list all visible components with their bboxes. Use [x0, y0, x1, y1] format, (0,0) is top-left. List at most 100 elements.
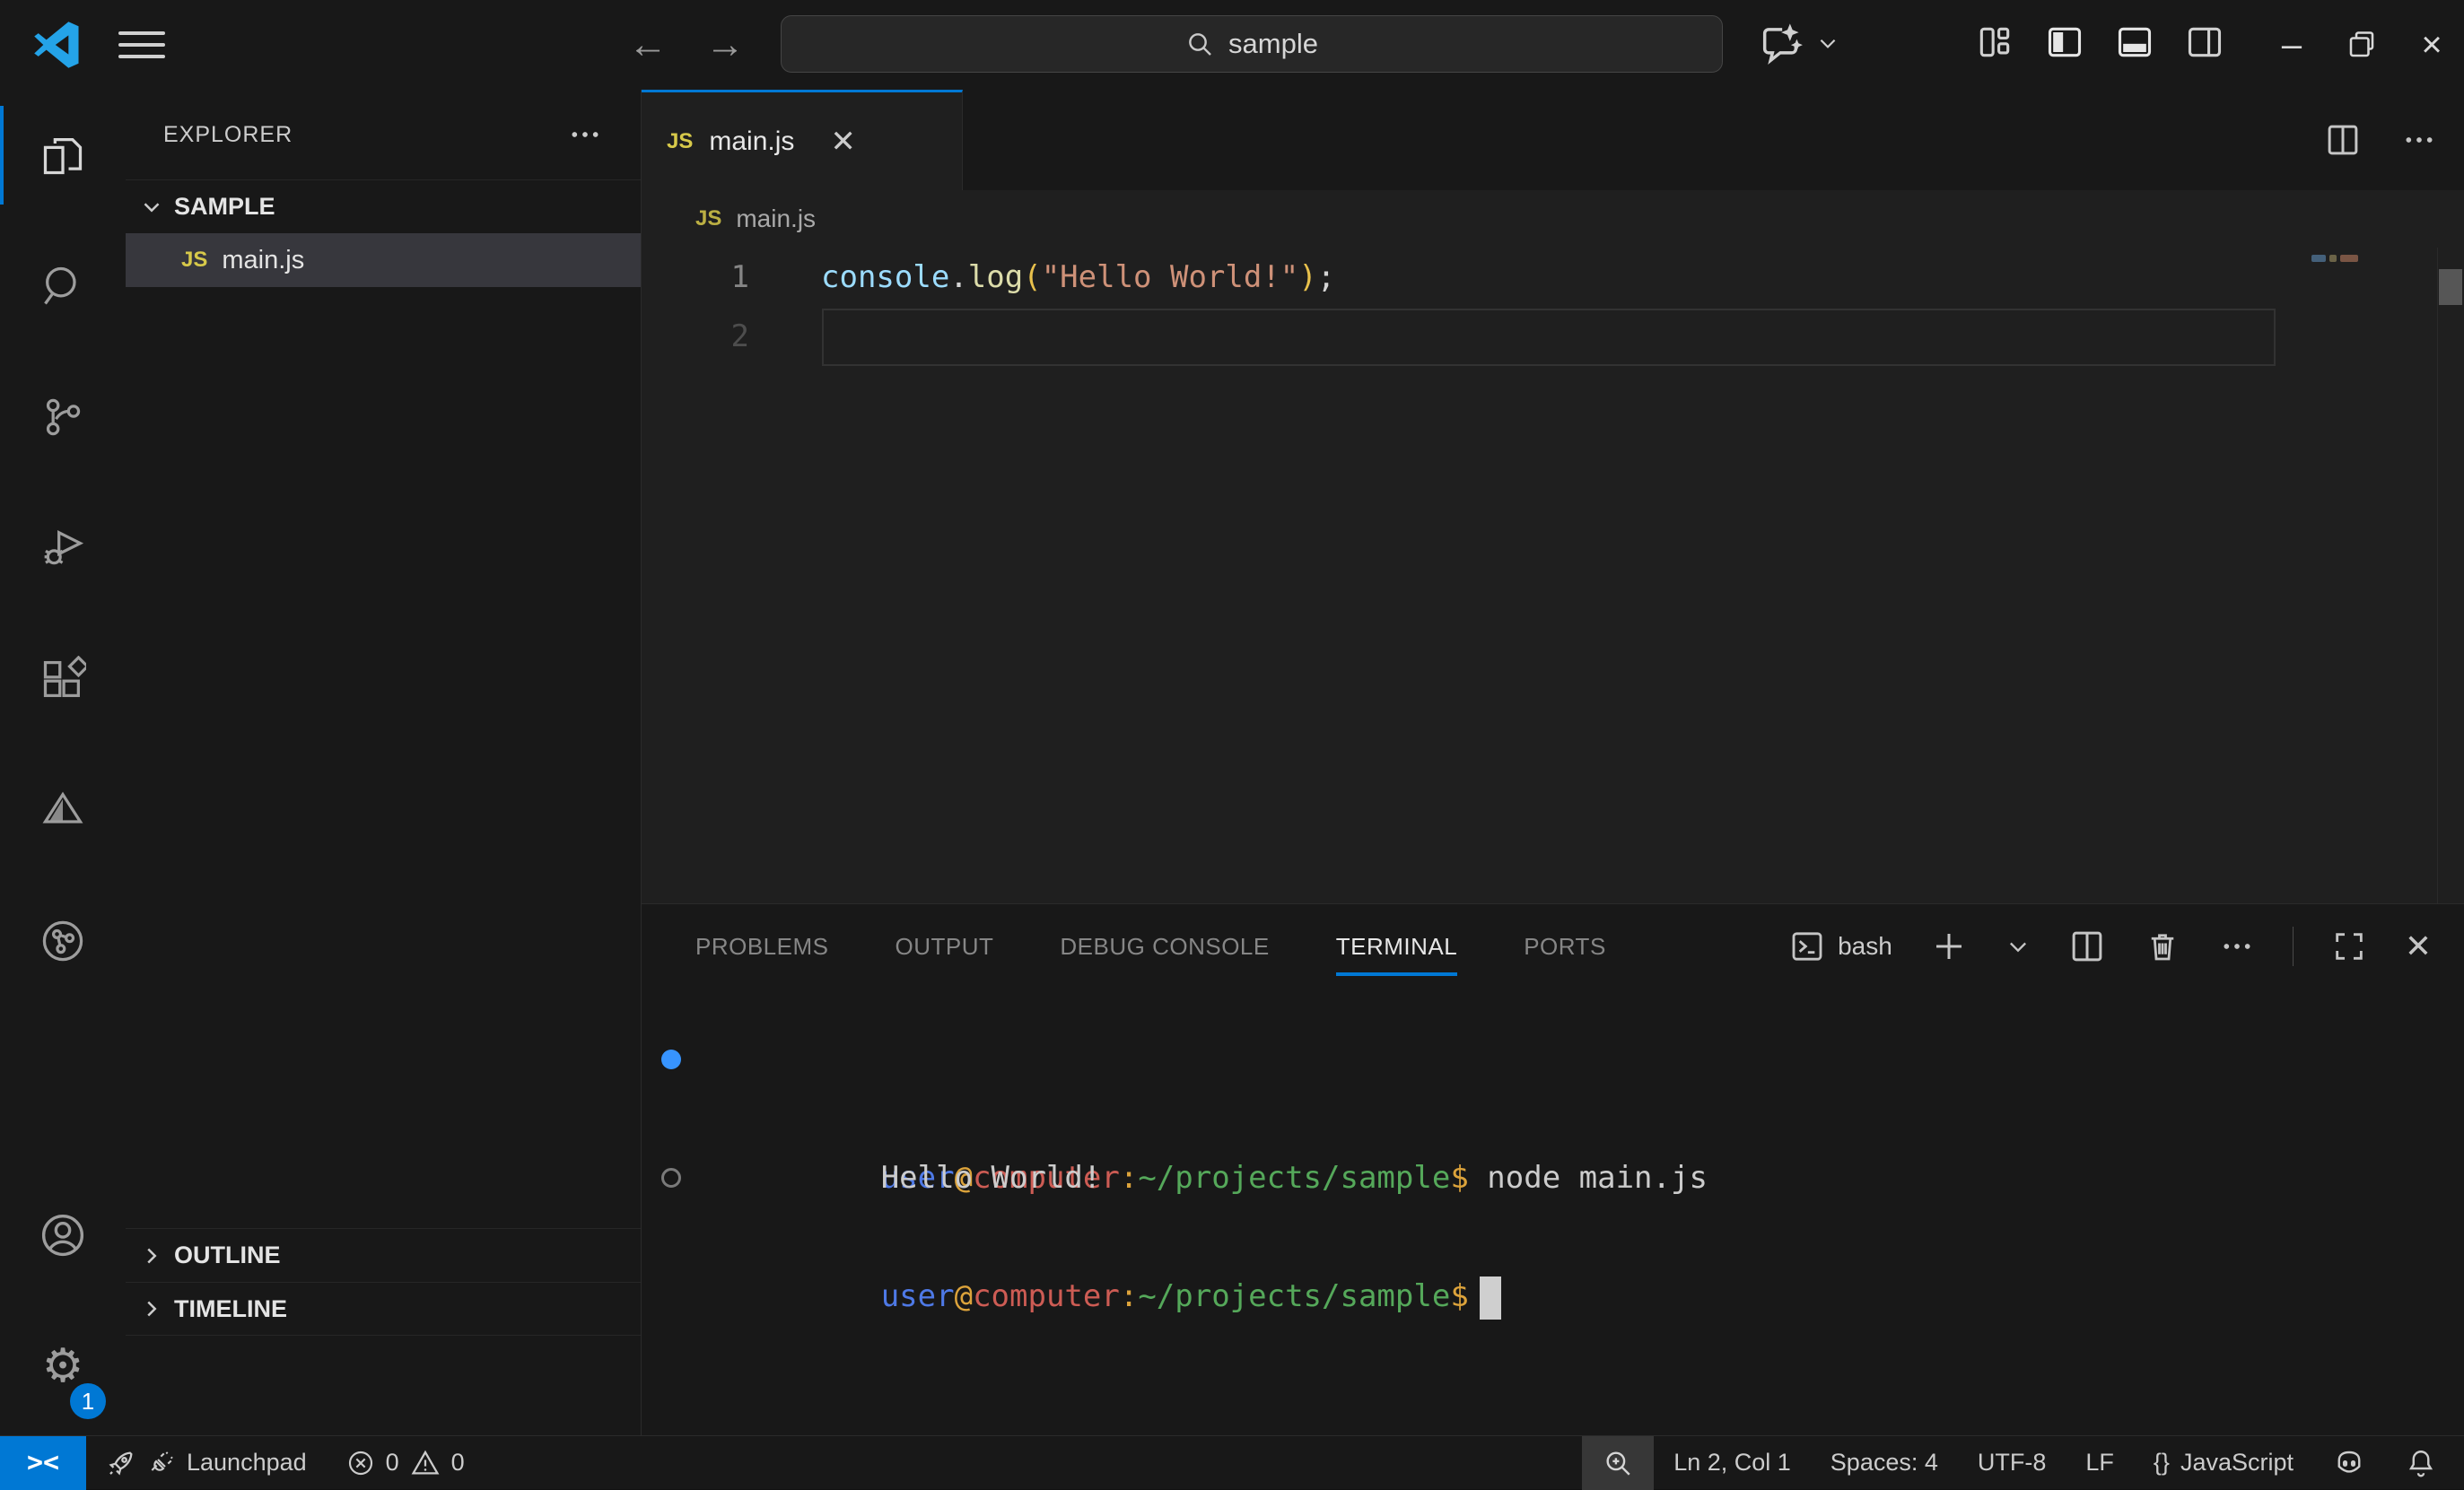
split-terminal-icon[interactable] [2068, 928, 2106, 965]
search-icon [1185, 30, 1214, 58]
settings-button[interactable]: ⚙ 1 [0, 1301, 126, 1432]
history-nav: ← → [628, 22, 745, 68]
activity-bar-bottom: ⚙ 1 [0, 1170, 126, 1432]
tab-label: main.js [709, 126, 794, 157]
shell-selector[interactable]: bash [1789, 928, 1892, 964]
eol-sequence[interactable]: LF [2066, 1436, 2134, 1490]
command-center-search[interactable]: sample [781, 15, 1723, 73]
restore-button[interactable] [2327, 0, 2397, 90]
activity-bar: ⚙ 1 [0, 90, 126, 1435]
js-file-icon: JS [695, 206, 721, 231]
maximize-panel-icon[interactable] [2331, 928, 2367, 964]
toggle-primary-sidebar-icon[interactable] [2044, 22, 2085, 63]
editor-scrollbar[interactable] [2437, 248, 2464, 903]
files-icon [39, 132, 86, 179]
tab-ports[interactable]: PORTS [1524, 904, 1606, 989]
kill-terminal-icon[interactable] [2144, 928, 2181, 965]
close-tab-icon[interactable]: ✕ [830, 124, 856, 160]
copilot-status-button[interactable] [2313, 1436, 2385, 1490]
terminal-line-3: user@computer:~/projects/sample$ [642, 1148, 2464, 1207]
folder-name: SAMPLE [174, 193, 275, 221]
split-editor-icon[interactable] [2324, 121, 2362, 159]
terminal-text: user@computer:~/projects/sample$ [881, 1278, 1469, 1314]
timeline-section[interactable]: TIMELINE [126, 1282, 641, 1336]
accounts-button[interactable] [0, 1170, 126, 1301]
minimize-button[interactable]: – [2257, 0, 2327, 90]
go-back-icon[interactable]: ← [628, 22, 668, 68]
warning-icon [410, 1448, 441, 1478]
zoom-indicator[interactable] [1582, 1436, 1654, 1490]
terminal-line-2: Hello World! [642, 1089, 2464, 1148]
go-forward-icon[interactable]: → [705, 22, 745, 68]
activity-search-button[interactable] [0, 221, 126, 352]
code-text [749, 307, 821, 366]
settings-badge: 1 [70, 1383, 106, 1419]
more-actions-icon[interactable] [567, 117, 603, 152]
breadcrumb-item[interactable]: main.js [736, 205, 816, 233]
braces-icon: {} [2154, 1449, 2170, 1477]
launch-profile-chevron-icon[interactable] [2005, 934, 2031, 959]
tab-output[interactable]: OUTPUT [896, 904, 994, 989]
problems-summary[interactable]: 0 0 [327, 1436, 485, 1490]
code-editor[interactable]: 1 console.log("Hello World!"); 2 [642, 248, 2464, 903]
search-icon [39, 263, 86, 309]
tab-debug-console[interactable]: DEBUG CONSOLE [1060, 904, 1269, 989]
title-bar: ← → sample [0, 0, 2464, 90]
indent-label: Spaces: 4 [1831, 1449, 1938, 1477]
js-file-icon: JS [667, 129, 693, 154]
source-control-icon [39, 394, 86, 440]
shell-label: bash [1838, 932, 1892, 961]
bottom-panel: PROBLEMS OUTPUT DEBUG CONSOLE TERMINAL P… [642, 903, 2464, 1435]
code-text: console.log("Hello World!"); [749, 248, 1335, 307]
launchpad-button[interactable]: Launchpad [86, 1436, 327, 1490]
more-actions-icon[interactable] [2219, 928, 2255, 964]
new-terminal-icon[interactable] [1930, 928, 1968, 965]
activity-source-control-button[interactable] [0, 352, 126, 483]
copilot-menu-button[interactable] [1757, 20, 1839, 66]
code-line-1: 1 console.log("Hello World!"); [642, 248, 2464, 307]
line-number: 2 [642, 307, 749, 366]
activity-git-graph-extension-button[interactable] [0, 876, 126, 1006]
toggle-secondary-sidebar-icon[interactable] [2184, 22, 2225, 63]
tab-mainjs[interactable]: JS main.js ✕ [642, 90, 963, 190]
command-pending-decoration-icon[interactable] [661, 1168, 681, 1188]
copilot-icon [2333, 1447, 2365, 1479]
folder-section-sample[interactable]: SAMPLE [126, 179, 641, 233]
launchpad-label: Launchpad [187, 1449, 307, 1477]
close-window-button[interactable]: × [2397, 0, 2464, 90]
search-value: sample [1228, 28, 1318, 60]
eol-label: LF [2085, 1449, 2114, 1477]
activity-run-debug-button[interactable] [0, 483, 126, 614]
activity-pyramid-extension-button[interactable] [0, 745, 126, 876]
line-number: 1 [642, 248, 749, 307]
customize-layout-icon[interactable] [1974, 22, 2015, 63]
activity-extensions-button[interactable] [0, 614, 126, 745]
file-row-mainjs[interactable]: JS main.js [126, 233, 641, 287]
more-actions-icon[interactable] [2401, 122, 2437, 158]
timeline-label: TIMELINE [174, 1295, 287, 1323]
close-panel-icon[interactable]: ✕ [2405, 928, 2432, 965]
outline-label: OUTLINE [174, 1242, 281, 1269]
tab-problems[interactable]: PROBLEMS [695, 904, 829, 989]
notifications-button[interactable] [2385, 1436, 2464, 1490]
explorer-sidebar: EXPLORER SAMPLE JS main.js OUTLINE [126, 90, 642, 1435]
cursor-position[interactable]: Ln 2, Col 1 [1654, 1436, 1811, 1490]
terminal[interactable]: user@computer:~/projects/sample$ node ma… [642, 1030, 2464, 1435]
tab-terminal[interactable]: TERMINAL [1336, 904, 1457, 989]
outline-section[interactable]: OUTLINE [126, 1228, 641, 1282]
breadcrumb[interactable]: JS main.js [642, 190, 2464, 248]
menu-icon[interactable] [118, 23, 165, 66]
window-controls: – × [2257, 0, 2464, 90]
plug-icon [147, 1449, 176, 1477]
extensions-icon [39, 656, 86, 702]
command-success-decoration-icon[interactable] [661, 1050, 681, 1069]
toggle-panel-icon[interactable] [2114, 22, 2155, 63]
js-file-icon: JS [181, 248, 207, 273]
language-mode[interactable]: {} JavaScript [2134, 1436, 2313, 1490]
encoding[interactable]: UTF-8 [1958, 1436, 2066, 1490]
activity-explorer-button[interactable] [0, 90, 126, 221]
scrollbar-thumb[interactable] [2439, 269, 2462, 305]
minimap[interactable] [2311, 255, 2358, 262]
remote-indicator[interactable]: >< [0, 1436, 86, 1490]
indentation[interactable]: Spaces: 4 [1811, 1436, 1958, 1490]
